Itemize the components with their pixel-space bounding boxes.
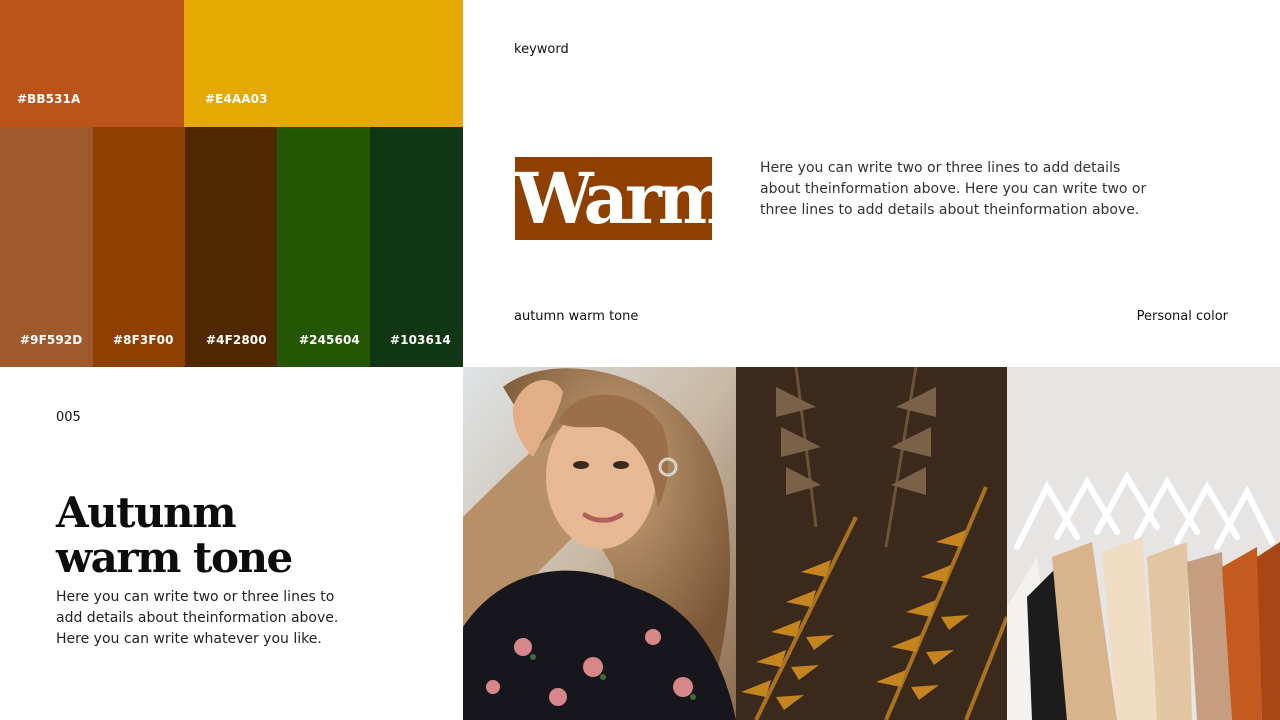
page-title: Autunm warm tone [56, 490, 436, 580]
swatch-245604: #245604 [277, 127, 370, 367]
page-number: 005 [56, 410, 81, 425]
keyword-description: Here you can write two or three lines to… [760, 160, 1147, 218]
swatch-e4aa03: #E4AA03 [184, 0, 463, 127]
swatch-bb531a: #BB531A [0, 0, 184, 127]
keyword-label: keyword [514, 42, 569, 57]
swatch-code: #9F592D [20, 333, 83, 347]
swatch-code: #E4AA03 [205, 92, 268, 106]
swatch-8f3f00: #8F3F00 [93, 127, 185, 367]
swatch-103614: #103614 [370, 127, 463, 367]
woman-portrait-image [463, 367, 736, 720]
keyword-box: Warm [515, 157, 712, 240]
title-line-1: Autunm [56, 488, 237, 537]
fern-photo [736, 367, 1007, 720]
intro-description: Here you can write two or three lines to… [56, 589, 339, 647]
swatch-4f2800: #4F2800 [185, 127, 277, 367]
swatch-code: #4F2800 [206, 333, 267, 347]
swatch-9f592d: #9F592D [0, 127, 93, 367]
tone-label: autumn warm tone [514, 309, 639, 324]
portrait-photo [463, 367, 736, 720]
clothes-on-hangers-image [1007, 367, 1280, 720]
title-line-2: warm tone [56, 533, 293, 582]
fern-leaves-image [736, 367, 1007, 720]
category-label: Personal color [1136, 309, 1228, 324]
swatch-code: #BB531A [17, 92, 81, 106]
swatch-code: #103614 [390, 333, 451, 347]
keyword-word: Warm [515, 157, 712, 240]
clothing-rack-photo [1007, 367, 1280, 720]
swatch-code: #8F3F00 [113, 333, 174, 347]
swatch-code: #245604 [299, 333, 360, 347]
